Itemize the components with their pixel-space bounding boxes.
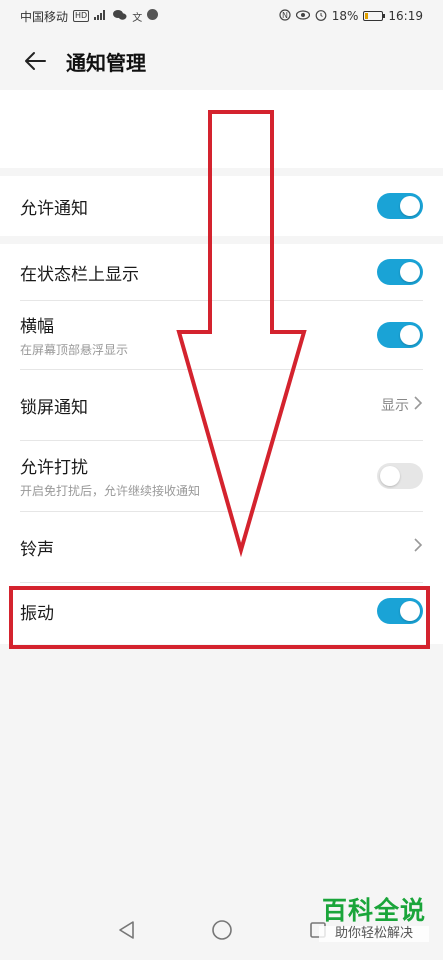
toggle-knob [400,196,420,216]
carrier-name: 中国移动 [20,9,69,24]
banner-description: 在屏幕顶部悬浮显示 [20,343,129,357]
nav-home-icon[interactable] [210,918,234,942]
allow-notifications-row[interactable]: 允许通知 [20,176,423,236]
watermark-logo: 百科全说 助你轻松解决 [319,896,429,942]
watermark-slogan: 助你轻松解决 [319,926,429,942]
dnd-label: 允许打扰 [20,458,88,478]
ringtone-chevron-group [413,537,423,557]
lock-screen-text: 锁屏通知 [20,393,88,418]
signal-icon [94,9,108,23]
vibration-label: 振动 [20,603,54,624]
banner-toggle[interactable] [377,322,423,348]
status-bar-display-label: 在状态栏上显示 [20,264,139,285]
allow-notifications-label: 允许通知 [20,198,88,219]
back-arrow-icon[interactable] [20,46,50,76]
allow-notifications-toggle[interactable] [377,193,423,219]
status-bar-display-text: 在状态栏上显示 [20,260,139,285]
svg-text:N: N [282,11,288,20]
vibration-row[interactable]: 振动 [20,583,423,639]
status-bar-left: 中国移动 HD 文 [20,8,159,25]
vibration-text: 振动 [20,599,54,624]
allow-notifications-text: 允许通知 [20,194,88,219]
lock-screen-value: 显示 [381,398,409,414]
toggle-knob [400,601,420,621]
status-bar-right: N 18% 16:19 [279,8,423,24]
status-bar-display-row[interactable]: 在状态栏上显示 [20,244,423,300]
ringtone-text: 铃声 [20,535,54,560]
wechat-icon [113,9,127,24]
battery-fill [365,13,369,19]
dnd-toggle[interactable] [377,463,423,489]
clock: 16:19 [388,9,423,23]
dnd-text: 允许打扰 开启免打扰后，允许继续接收通知 [20,453,200,499]
app-header: 通知管理 [0,32,443,90]
toggle-knob [380,466,400,486]
compass-icon [147,9,159,23]
status-bar: 中国移动 HD 文 N 18% 16:19 [0,0,443,32]
alarm-icon [315,9,327,24]
lock-screen-label: 锁屏通知 [20,397,88,418]
vibration-toggle[interactable] [377,598,423,624]
watermark-brand: 百科全说 [321,896,426,925]
chevron-right-icon [413,395,423,415]
status-bar-display-toggle[interactable] [377,259,423,285]
banner-text: 横幅 在屏幕顶部悬浮显示 [20,312,128,358]
lock-screen-row[interactable]: 锁屏通知 显示 [20,370,423,440]
banner-row[interactable]: 横幅 在屏幕顶部悬浮显示 [20,301,423,369]
notification-settings-card: 在状态栏上显示 横幅 在屏幕顶部悬浮显示 锁屏通知 显示 允许打扰 开启免打扰后… [0,244,443,644]
allow-notifications-card: 允许通知 [0,176,443,236]
ringtone-row[interactable]: 铃声 [20,512,423,582]
nav-back-icon[interactable] [114,918,138,942]
page-title: 通知管理 [66,50,146,75]
banner-label: 横幅 [20,317,54,337]
eye-comfort-icon [295,9,310,23]
app-notification-icon: 文 [132,12,143,24]
hd-badge: HD [73,10,90,22]
nfc-icon: N [279,8,291,24]
battery-percent: 18% [331,9,359,23]
lock-screen-value-group: 显示 [381,395,423,415]
ringtone-label: 铃声 [20,539,54,560]
battery-icon [363,11,386,21]
toggle-knob [400,262,420,282]
dnd-row[interactable]: 允许打扰 开启免打扰后，允许继续接收通知 [20,441,423,511]
app-info-card [0,90,443,168]
chevron-right-icon [413,537,423,557]
dnd-description: 开启免打扰后，允许继续接收通知 [20,484,201,498]
toggle-knob [400,325,420,345]
